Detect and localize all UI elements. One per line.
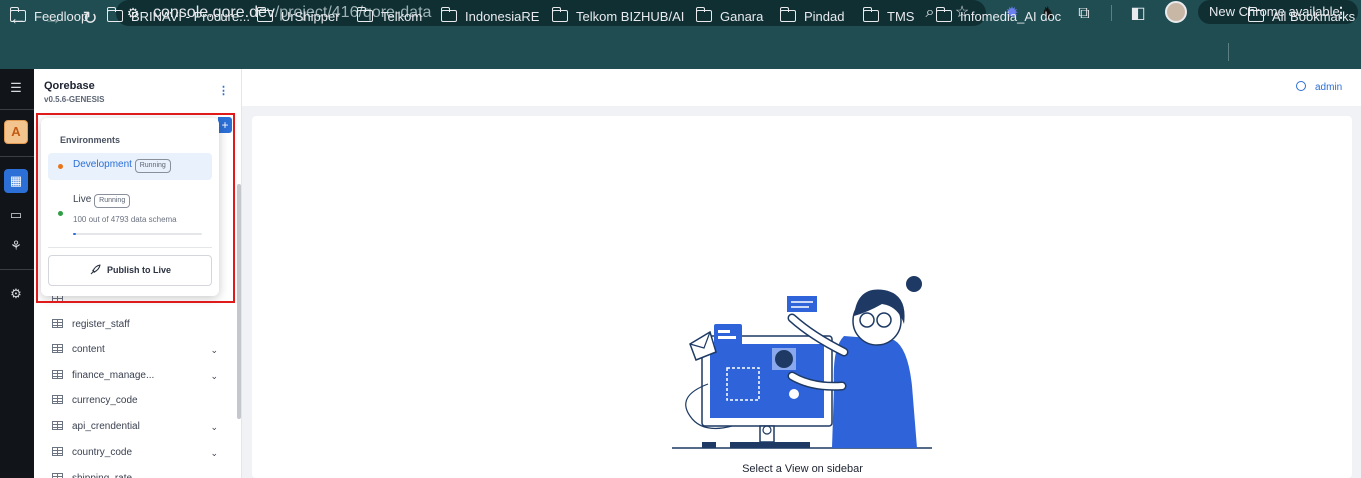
- bookmark-label: UrShipper: [281, 9, 340, 24]
- table-item[interactable]: country_code ⌄: [52, 443, 222, 463]
- table-label: content: [72, 344, 105, 355]
- folder-icon: [1247, 7, 1264, 22]
- table-label: api_crendential: [72, 421, 140, 432]
- side-panel-icon[interactable]: ◧: [1127, 3, 1149, 25]
- table-label: country_code: [72, 447, 133, 458]
- bookmark-folder-infomedia[interactable]: Infomedia_AI doc: [935, 7, 1062, 27]
- folder-icon: [440, 7, 457, 22]
- bookmark-label: IndonesiaRE: [465, 9, 540, 24]
- bookmark-label: Pindad: [804, 9, 845, 24]
- folder-icon: [551, 7, 568, 22]
- bookmark-label: Infomedia_AI doc: [960, 9, 1062, 24]
- bookmark-folder-brinavi[interactable]: BRINAVI - Procure...: [106, 7, 250, 27]
- data-table-icon[interactable]: ▦: [4, 169, 28, 193]
- user-shield-icon: [1296, 81, 1306, 91]
- project-menu-icon[interactable]: ⋮: [218, 84, 229, 98]
- sidebar-scrollbar[interactable]: [237, 184, 241, 419]
- bookmark-folder-pindad[interactable]: Pindad: [779, 7, 845, 27]
- bookmark-label: TMS: [887, 9, 915, 24]
- bookmark-folder-urshipper[interactable]: UrShipper: [256, 7, 340, 27]
- project-letter: A: [11, 124, 21, 139]
- docs-book-icon[interactable]: ▭: [3, 202, 29, 228]
- bookmark-label: BRINAVI - Procure...: [131, 9, 250, 24]
- bookmark-label: Telkom: [381, 9, 423, 24]
- table-icon: [52, 370, 63, 379]
- chevron-down-icon[interactable]: ⌄: [210, 340, 218, 360]
- bookmark-folder-telkom-bizhub[interactable]: Telkom BIZHUB/AI: [551, 7, 685, 27]
- table-item[interactable]: api_crendential ⌄: [52, 417, 222, 437]
- bookmark-folder-ganara[interactable]: Ganara: [695, 7, 764, 27]
- folder-icon: [862, 7, 879, 22]
- extensions-puzzle-icon[interactable]: ⧉: [1073, 3, 1095, 25]
- annotation-highlight-box: [36, 113, 235, 303]
- bookmark-label: Telkom BIZHUB/AI: [576, 9, 685, 24]
- settings-gear-icon[interactable]: ⚙: [3, 281, 29, 307]
- rail-divider: [0, 109, 34, 110]
- table-label: shipping_rate: [72, 473, 132, 478]
- user-label: admin: [1315, 82, 1343, 93]
- bookmark-label: Feedloop: [34, 9, 89, 24]
- table-icon: [52, 421, 63, 430]
- toolbar-divider: [1111, 5, 1112, 21]
- table-label: finance_manage...: [72, 370, 155, 381]
- project-name: Qorebase: [44, 80, 95, 92]
- folder-icon: [779, 7, 796, 22]
- collapse-menu-icon[interactable]: ☰: [3, 75, 29, 101]
- table-item[interactable]: currency_code: [52, 391, 222, 411]
- table-icon: [52, 447, 63, 456]
- table-item[interactable]: register_staff: [52, 315, 222, 335]
- bookmark-folder-indonesiare[interactable]: IndonesiaRE: [440, 7, 540, 27]
- bookmark-folder-tms[interactable]: TMS: [862, 7, 915, 27]
- folder-icon: [935, 7, 952, 22]
- table-label: currency_code: [72, 395, 138, 406]
- table-icon: [52, 319, 63, 328]
- all-bookmarks-label: All Bookmarks: [1272, 9, 1356, 24]
- table-label: register_staff: [72, 319, 130, 330]
- bookmarks-bar: [0, 36, 1361, 69]
- table-icon: [52, 344, 63, 353]
- project-version: v0.5.6-GENESIS: [44, 95, 105, 104]
- bookmark-label: Ganara: [720, 9, 764, 24]
- folder-icon: [256, 7, 273, 22]
- all-bookmarks-button[interactable]: All Bookmarks: [1247, 7, 1356, 27]
- table-item[interactable]: content ⌄: [52, 340, 222, 360]
- rail-divider: [0, 156, 34, 157]
- table-icon: [52, 395, 63, 404]
- bookmark-folder-telkom[interactable]: Telkom: [356, 7, 423, 27]
- chevron-down-icon[interactable]: ⌄: [210, 417, 218, 437]
- rail-divider: [0, 269, 34, 270]
- folder-icon: [9, 7, 26, 22]
- content-card: [252, 116, 1352, 478]
- chevron-down-icon[interactable]: ⌄: [210, 443, 218, 463]
- sitemap-icon[interactable]: ⚘: [3, 233, 29, 259]
- app-rail: ☰ A ▦ ▭ ⚘ ⚙: [0, 69, 34, 478]
- empty-state-illustration: [672, 276, 932, 449]
- profile-avatar[interactable]: [1165, 1, 1187, 23]
- bookmark-folder-feedloop[interactable]: Feedloop: [9, 7, 89, 27]
- folder-icon: [695, 7, 712, 22]
- table-item[interactable]: finance_manage... ⌄: [52, 366, 222, 386]
- bookmarks-divider: [1228, 43, 1229, 61]
- table-icon: [52, 473, 63, 478]
- chevron-down-icon[interactable]: ⌄: [210, 366, 218, 386]
- table-item[interactable]: shipping_rate: [52, 469, 222, 478]
- folder-icon: [356, 7, 373, 22]
- user-menu[interactable]: admin: [1296, 81, 1342, 93]
- empty-state-text: Select a View on sidebar: [742, 463, 863, 475]
- main-header: admin: [242, 69, 1361, 106]
- folder-icon: [106, 7, 123, 22]
- project-avatar[interactable]: A: [4, 120, 28, 144]
